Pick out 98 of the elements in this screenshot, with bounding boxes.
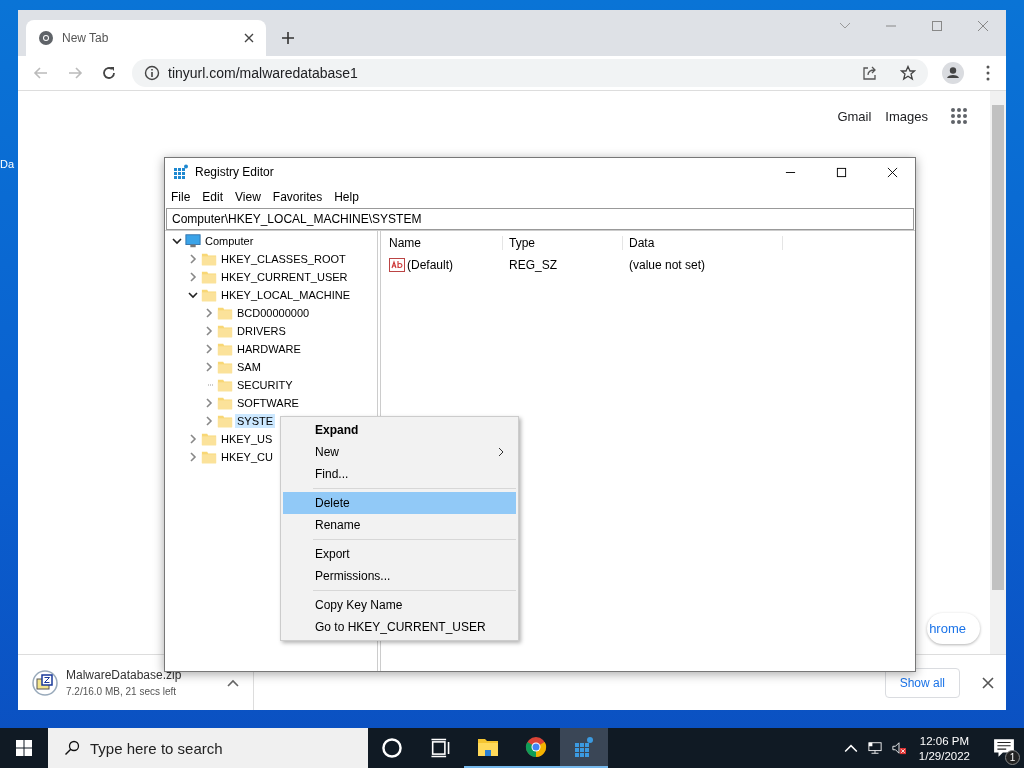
chevron-right-icon[interactable] xyxy=(204,416,214,426)
folder-icon xyxy=(201,251,217,267)
cortana-icon[interactable] xyxy=(381,737,403,759)
search-field[interactable]: Type here to search xyxy=(48,728,368,768)
chevron-right-icon[interactable] xyxy=(188,272,198,282)
share-icon[interactable] xyxy=(862,65,878,81)
computer-icon xyxy=(185,233,201,249)
tree-item[interactable]: SAM xyxy=(235,360,263,374)
star-icon[interactable] xyxy=(900,65,916,81)
column-header[interactable]: Name xyxy=(383,236,503,250)
chevron-right-icon[interactable] xyxy=(188,254,198,264)
info-icon xyxy=(144,65,160,81)
scrollbar[interactable] xyxy=(990,91,1006,654)
chevron-right-icon xyxy=(498,447,504,457)
menu-item[interactable]: Help xyxy=(334,190,359,204)
chevron-right-icon[interactable] xyxy=(188,452,198,462)
tree-item[interactable]: HKEY_CU xyxy=(219,450,275,464)
folder-icon xyxy=(217,377,233,393)
menu-item[interactable]: Edit xyxy=(202,190,224,204)
chevron-down-icon[interactable] xyxy=(172,236,182,246)
folder-icon xyxy=(217,359,233,375)
close-icon[interactable] xyxy=(244,33,254,43)
menu-item[interactable]: Find... xyxy=(283,463,516,485)
menu-item[interactable]: View xyxy=(235,190,261,204)
column-header[interactable]: Data xyxy=(623,236,783,250)
chevron-down-icon[interactable] xyxy=(188,290,198,300)
tree-item[interactable]: HKEY_CURRENT_USER xyxy=(219,270,350,284)
close-icon[interactable] xyxy=(887,166,898,178)
notification-icon[interactable] xyxy=(993,737,1015,759)
volume-muted-icon[interactable] xyxy=(891,741,906,755)
folder-icon xyxy=(201,269,217,285)
notification-count: 1 xyxy=(1005,750,1020,765)
folder-icon xyxy=(217,341,233,357)
apps-grid-icon[interactable] xyxy=(950,107,968,125)
menu-item[interactable]: Favorites xyxy=(272,190,323,204)
desktop-icon-label[interactable]: Da xyxy=(0,158,16,170)
tree-item[interactable]: SOFTWARE xyxy=(235,396,301,410)
folder-icon xyxy=(217,305,233,321)
menu-item[interactable]: File xyxy=(171,190,191,204)
menu-item[interactable]: Go to HKEY_CURRENT_USER xyxy=(283,616,516,638)
menu-item[interactable]: Delete xyxy=(283,492,516,514)
chevron-right-icon[interactable] xyxy=(204,308,214,318)
chevron-right-icon[interactable] xyxy=(188,434,198,444)
page-link[interactable]: Gmail xyxy=(837,108,872,124)
menu-item[interactable]: New xyxy=(283,441,516,463)
zip-file-icon xyxy=(32,669,58,696)
maximize-icon[interactable] xyxy=(836,166,847,178)
tree-item[interactable]: SECURITY xyxy=(235,378,295,392)
task-view-icon[interactable] xyxy=(429,737,451,759)
show-all-button[interactable]: Show all xyxy=(884,667,960,698)
chevron-right-icon[interactable] xyxy=(204,398,214,408)
tree-item[interactable]: HARDWARE xyxy=(235,342,303,356)
window-title: Registry Editor xyxy=(195,165,274,179)
folder-icon xyxy=(201,449,217,465)
menu-item[interactable]: Permissions... xyxy=(283,565,516,587)
customize-button[interactable]: hrome xyxy=(927,613,980,644)
browser-tab[interactable]: New Tab xyxy=(26,20,266,56)
profile-avatar-icon[interactable] xyxy=(942,62,964,84)
chevron-right-icon[interactable] xyxy=(204,362,214,372)
menu-item[interactable]: Export xyxy=(283,543,516,565)
string-value-icon xyxy=(389,257,405,273)
menu-icon[interactable] xyxy=(986,65,990,81)
chevron-right-icon[interactable] xyxy=(204,326,214,336)
search-icon xyxy=(64,740,80,756)
tree-item[interactable]: BCD00000000 xyxy=(235,306,312,320)
close-icon[interactable] xyxy=(982,676,994,689)
menu-item[interactable]: Rename xyxy=(283,514,516,536)
tree-item[interactable]: SYSTE xyxy=(235,414,276,428)
folder-icon xyxy=(217,323,233,339)
tree-item[interactable]: HKEY_LOCAL_MACHINE xyxy=(219,288,352,302)
tree-item[interactable]: Computer xyxy=(203,234,256,248)
page-link[interactable]: Images xyxy=(885,108,928,124)
chevron-right-icon[interactable] xyxy=(204,344,214,354)
folder-icon xyxy=(201,287,217,303)
chrome-logo-icon xyxy=(38,30,54,46)
reload-icon[interactable] xyxy=(101,65,117,81)
folder-icon xyxy=(217,413,233,429)
network-icon[interactable] xyxy=(867,741,882,755)
menu-item[interactable]: Expand xyxy=(283,419,516,441)
value-type: REG_SZ xyxy=(508,258,558,272)
new-tab-icon[interactable] xyxy=(282,32,294,44)
address-bar[interactable]: tinyurl.com/malwaredatabase1 xyxy=(132,59,928,87)
tree-item[interactable]: HKEY_CLASSES_ROOT xyxy=(219,252,348,266)
value-data: (value not set) xyxy=(628,258,707,272)
folder-icon xyxy=(201,431,217,447)
menu-item[interactable]: Copy Key Name xyxy=(283,594,516,616)
clock[interactable]: 12:06 PM 1/29/2022 xyxy=(918,734,970,762)
column-header[interactable]: Type xyxy=(503,236,623,250)
chrome-logo-icon xyxy=(525,736,547,758)
registry-editor-icon xyxy=(573,736,595,758)
value-name[interactable]: (Default) xyxy=(407,258,453,272)
address-field[interactable]: Computer\HKEY_LOCAL_MACHINE\SYSTEM xyxy=(166,208,914,230)
folder-icon xyxy=(477,736,499,758)
tree-item[interactable]: DRIVERS xyxy=(235,324,288,338)
start-icon[interactable] xyxy=(16,740,32,756)
tree-item[interactable]: HKEY_US xyxy=(219,432,275,446)
registry-editor-icon xyxy=(173,164,189,180)
folder-icon xyxy=(217,395,233,411)
